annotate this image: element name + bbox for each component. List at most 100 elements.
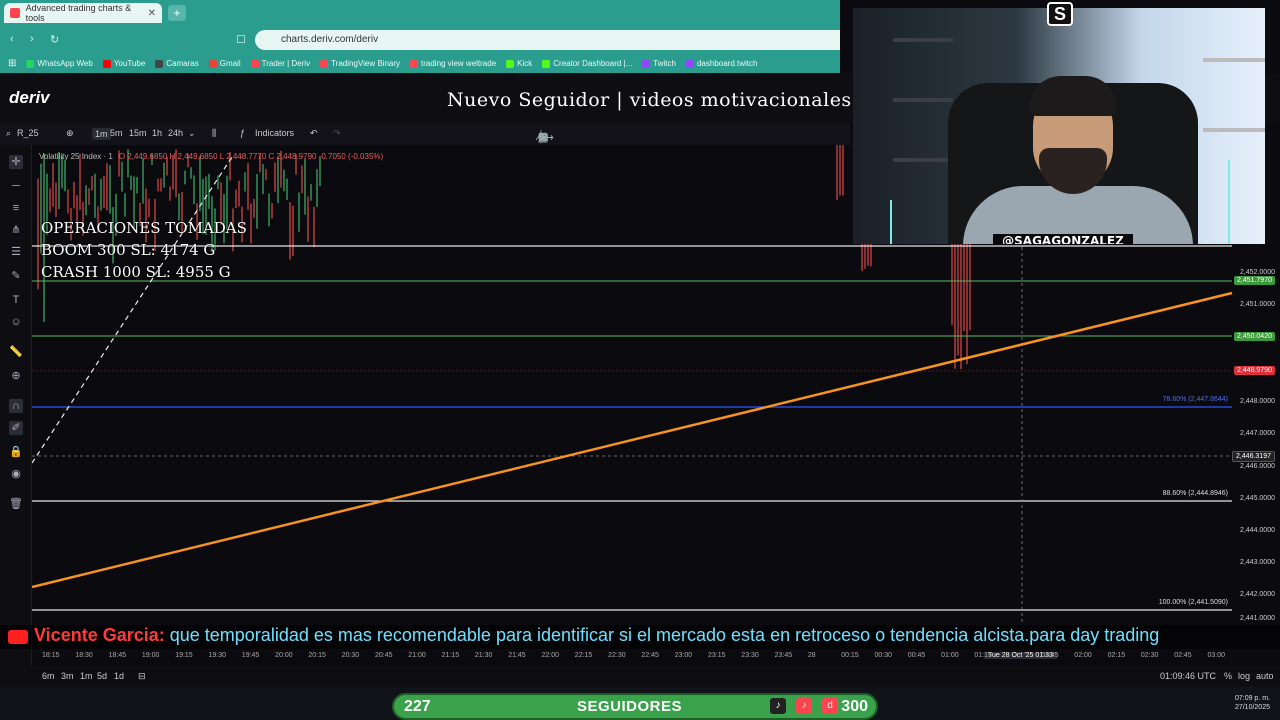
timeframe-5m[interactable]: 5m bbox=[110, 128, 123, 138]
auto-toggle[interactable]: auto bbox=[1256, 671, 1274, 681]
frame-accent bbox=[1228, 160, 1230, 244]
green-price-tag-1: 2,451.7970 bbox=[1233, 276, 1275, 285]
green-price-tag-2: 2,450.0420 bbox=[1233, 332, 1275, 341]
bookmarks-bar: ⊞ WhatsApp Web YouTube Camaras Gmail Tra… bbox=[0, 54, 840, 73]
followers-goal-bar: 227 SEGUIDORES ♪ ♪ d 300 bbox=[392, 693, 878, 720]
bookmark-gmail[interactable]: Gmail bbox=[208, 59, 241, 68]
brush-tool-icon[interactable]: ✎ bbox=[9, 269, 23, 283]
bookmark-youtube[interactable]: YouTube bbox=[102, 59, 145, 68]
time-tick: 22:45 bbox=[641, 652, 659, 659]
bookmark-tradingview-weltrade[interactable]: trading view weltrade bbox=[410, 59, 496, 68]
line-tool-icon[interactable]: ⁄ bbox=[538, 131, 540, 143]
stay-drawing-icon[interactable]: ✐ bbox=[9, 421, 23, 435]
legend-symbol[interactable]: Volatility 25 Index · 1 bbox=[39, 152, 113, 161]
eye-icon[interactable]: ◉ bbox=[9, 467, 23, 481]
text-tool-icon[interactable]: T bbox=[9, 293, 23, 307]
forward-icon[interactable]: › bbox=[30, 33, 34, 45]
left-tool-column: ✛ ─ ≡ ⋔ ☰ ✎ T ☺ 📏 ⊕ ∩ ✐ 🔒 ◉ 🗑 bbox=[0, 145, 32, 665]
chart-bottom-bar: 6m 3m 1m 5d 1d ⊟ 01:09:46 UTC % log auto bbox=[0, 665, 1280, 687]
bookmark-kick[interactable]: Kick bbox=[506, 59, 532, 68]
back-icon[interactable]: ‹ bbox=[10, 33, 14, 45]
trash-icon[interactable]: 🗑 bbox=[9, 497, 23, 511]
bookmark-creator-dashboard[interactable]: Creator Dashboard |... bbox=[542, 59, 632, 68]
price-label: 2,446.0000 bbox=[1239, 463, 1275, 470]
magnet-icon[interactable]: ∩ bbox=[9, 399, 23, 413]
webcam-overlay: @SAGAGONZALEZ bbox=[853, 8, 1265, 244]
undo-icon[interactable]: ↶ bbox=[310, 128, 318, 139]
time-tick: 19:30 bbox=[208, 652, 227, 659]
time-tick: 00:45 bbox=[907, 652, 926, 659]
zoom-icon[interactable]: ⊕ bbox=[9, 369, 23, 383]
time-tick: 19:00 bbox=[141, 652, 160, 659]
symbol-selector[interactable]: R_25 bbox=[17, 128, 39, 138]
range-1m[interactable]: 1m bbox=[80, 671, 93, 681]
deriv-logo[interactable]: deriv bbox=[9, 88, 50, 108]
time-axis: Tue 28 Oct '25 01:33 18:15 18:30 18:45 19:0… bbox=[32, 649, 1280, 665]
time-tick: 22:30 bbox=[608, 652, 626, 659]
time-tick: 22:15 bbox=[574, 652, 593, 659]
bookmark-whatsapp[interactable]: WhatsApp Web bbox=[26, 59, 93, 68]
shelf bbox=[893, 98, 953, 102]
emoji-tool-icon[interactable]: ☺ bbox=[9, 315, 23, 329]
chart-type-icon[interactable]: ⫼ bbox=[212, 128, 216, 139]
address-bar[interactable]: charts.deriv.com/deriv bbox=[255, 30, 840, 50]
operations-crash: CRASH 1000 SL: 4955 G bbox=[41, 263, 231, 281]
timeframe-1h[interactable]: 1h bbox=[152, 128, 162, 138]
ruler-icon[interactable]: 📏 bbox=[9, 345, 23, 359]
timeframe-15m[interactable]: 15m bbox=[129, 128, 147, 138]
crosshair-price-tag: 2,446.3197 bbox=[1231, 451, 1275, 462]
legend-ohlc: O 2,449.6850 H 2,449.6850 L 2,448.7770 C… bbox=[118, 152, 384, 161]
bookmark-twitch[interactable]: Twitch bbox=[642, 59, 676, 68]
time-tick: 03:00 bbox=[1207, 652, 1226, 659]
chart-toolbar: ⌕ R_25 ⊕ 1m 5m 15m 1h 24h ⌄ ⫼ ƒ Indicato… bbox=[0, 123, 850, 145]
time-tick: 23:45 bbox=[774, 652, 793, 659]
shelf bbox=[1203, 128, 1265, 132]
lock-icon[interactable]: 🔒 bbox=[9, 445, 23, 459]
indicators-button[interactable]: Indicators bbox=[255, 128, 294, 138]
fib-tool-icon[interactable]: ☰ bbox=[9, 245, 23, 259]
bookmark-trader-deriv[interactable]: Trader | Deriv bbox=[250, 59, 310, 68]
reload-icon[interactable]: ↻ bbox=[50, 33, 59, 46]
followers-current: 227 bbox=[404, 698, 431, 715]
time-tick: 20:15 bbox=[308, 652, 326, 659]
redo-icon[interactable]: ↷ bbox=[333, 128, 341, 139]
range-6m[interactable]: 6m bbox=[42, 671, 55, 681]
chat-marquee: Vicente Garcia: que temporalidad es mas … bbox=[0, 625, 1280, 649]
bookmark-tradingview-binary[interactable]: TradingView Binary bbox=[320, 59, 400, 68]
time-tick: 02:45 bbox=[1174, 652, 1192, 659]
time-tick: 02:00 bbox=[1074, 652, 1092, 659]
gmail-icon bbox=[208, 59, 217, 68]
timeframe-dropdown-icon[interactable]: ⌄ bbox=[188, 128, 196, 139]
add-symbol-icon[interactable]: ⊕ bbox=[66, 128, 74, 139]
browser-tab[interactable]: Advanced trading charts & tools ✕ bbox=[4, 3, 162, 23]
time-tick: 20:45 bbox=[375, 652, 393, 659]
log-toggle[interactable]: log bbox=[1238, 671, 1250, 681]
apps-icon[interactable]: ⊞ bbox=[8, 58, 16, 69]
timeframe-24h[interactable]: 24h bbox=[168, 128, 183, 138]
range-1d[interactable]: 1d bbox=[114, 671, 124, 681]
percent-toggle[interactable]: % bbox=[1224, 671, 1232, 681]
weltrade-icon bbox=[410, 59, 418, 68]
close-tab-icon[interactable]: ✕ bbox=[148, 8, 156, 19]
crosshair-tool-icon[interactable]: ✛ bbox=[9, 155, 23, 169]
system-tray[interactable]: 07:09 p. m. 27/10/2025 bbox=[1235, 694, 1270, 712]
range-5d[interactable]: 5d bbox=[97, 671, 107, 681]
operations-boom: BOOM 300 SL: 4174 G bbox=[41, 241, 216, 259]
timeframe-1m[interactable]: 1m bbox=[92, 128, 111, 140]
channel-tool-icon[interactable]: ≡ bbox=[9, 201, 23, 215]
new-tab-button[interactable]: + bbox=[168, 5, 186, 21]
line-tool-icon[interactable]: ─ bbox=[9, 179, 23, 193]
time-tick: 20:30 bbox=[341, 652, 360, 659]
range-3m[interactable]: 3m bbox=[61, 671, 74, 681]
pitchfork-tool-icon[interactable]: ⋔ bbox=[9, 223, 23, 237]
date-range-icon[interactable]: ⊟ bbox=[138, 671, 146, 682]
bookmark-dashboard-twitch[interactable]: dashboard.twitch bbox=[685, 59, 757, 68]
indicators-icon[interactable]: ƒ bbox=[240, 128, 245, 138]
search-icon[interactable]: ⌕ bbox=[6, 128, 11, 139]
bookmark-camaras[interactable]: Camaras bbox=[155, 59, 199, 68]
youtube-icon bbox=[8, 630, 28, 644]
time-tick: 18:45 bbox=[108, 652, 127, 659]
kick-icon bbox=[542, 59, 551, 68]
time-tick: 23:00 bbox=[674, 652, 693, 659]
bookmark-icon[interactable]: ☐ bbox=[236, 33, 246, 46]
